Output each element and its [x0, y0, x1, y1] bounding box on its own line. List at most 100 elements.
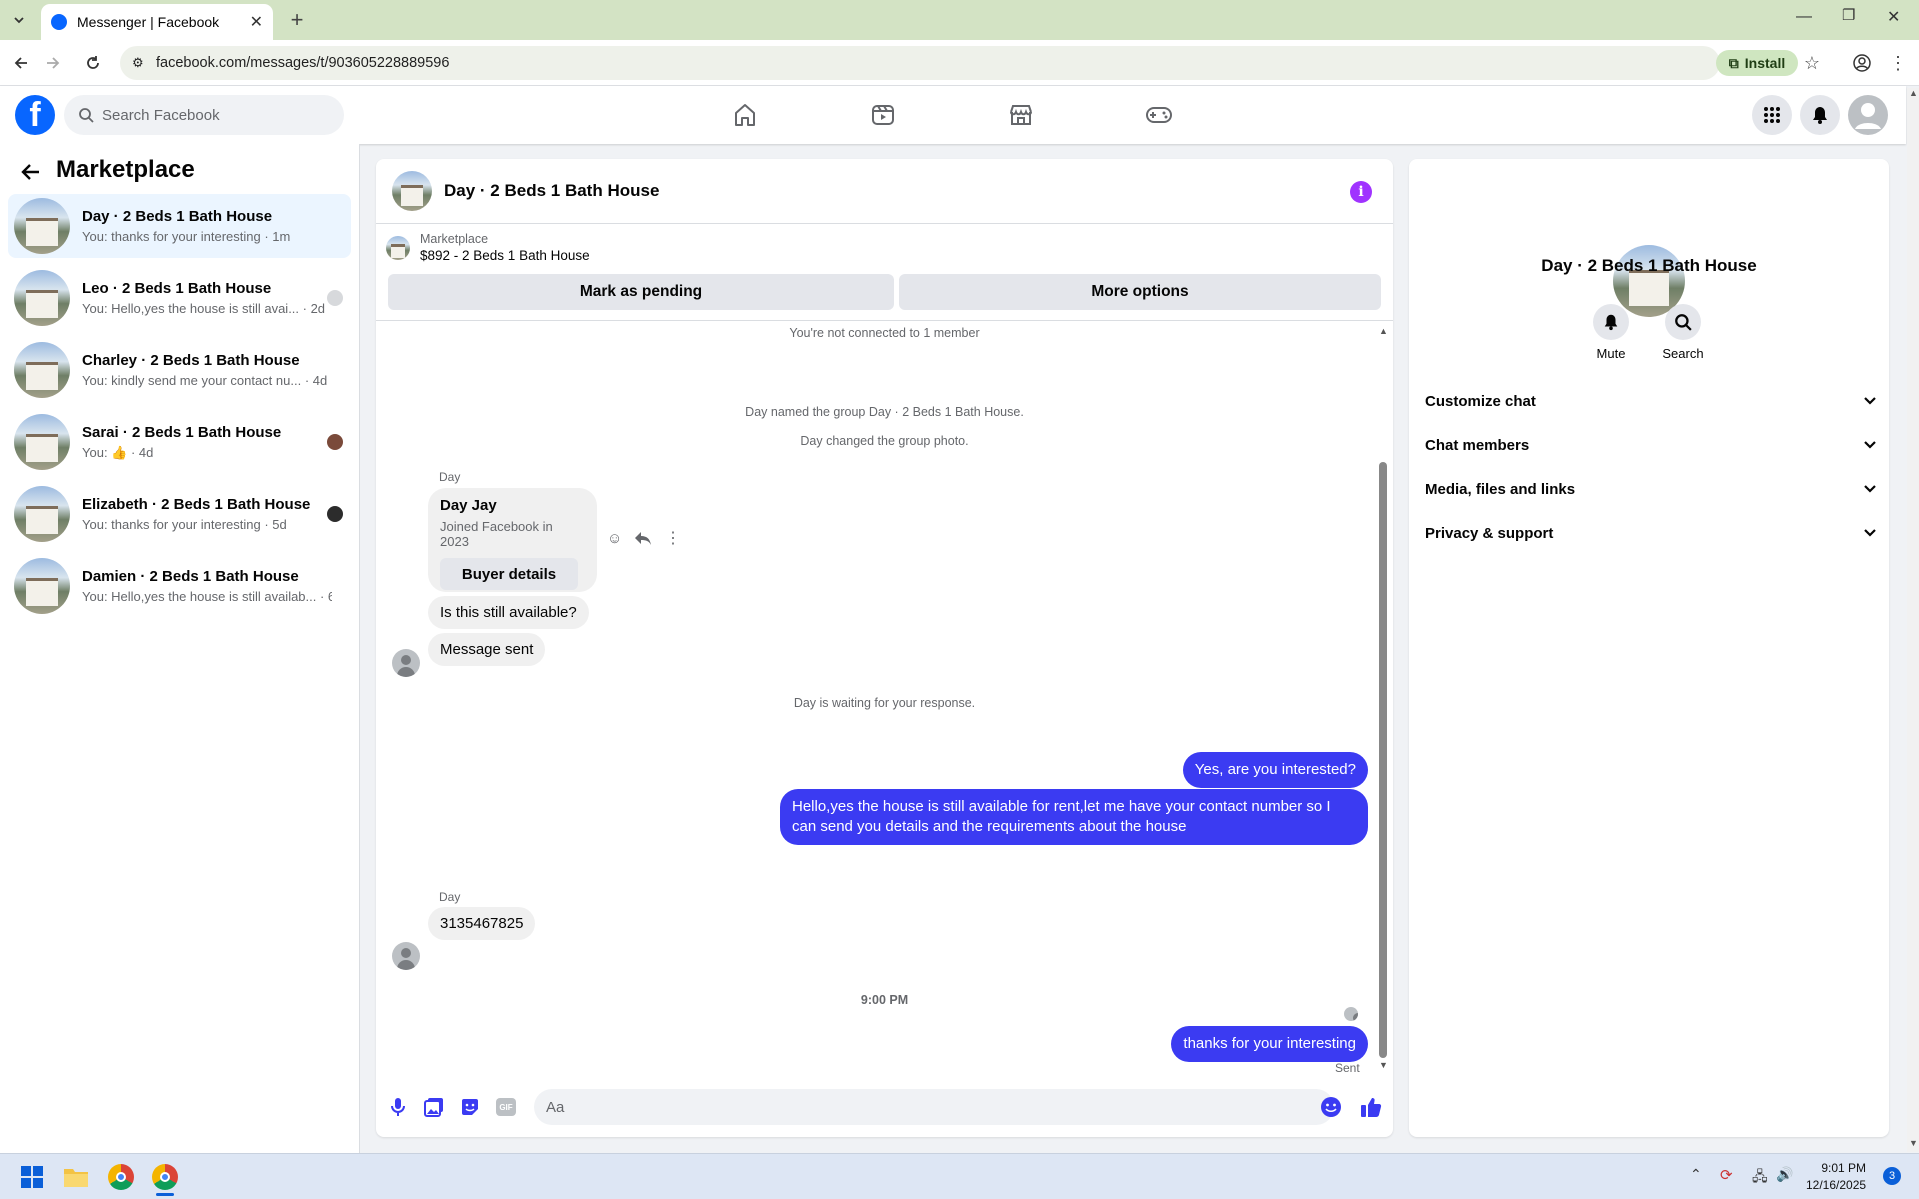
chat-scrollbar[interactable]: ▲ ▼ [1379, 326, 1388, 1070]
sender-avatar[interactable] [392, 942, 420, 970]
security-tray-icon[interactable]: ⟳ [1720, 1166, 1733, 1184]
file-explorer-icon[interactable] [63, 1166, 89, 1188]
conversation-item-sarai[interactable]: Sarai · 2 Beds 1 Bath House You: 👍 · 4d [8, 410, 351, 474]
sender-name: Day [439, 470, 461, 484]
chat-members-row[interactable]: Chat members [1425, 427, 1877, 463]
conversation-thumbnail [14, 198, 70, 254]
account-avatar-icon[interactable] [1848, 95, 1888, 135]
scroll-thumb[interactable] [1379, 462, 1387, 1058]
mute-button[interactable]: Mute [1576, 304, 1646, 361]
conversation-item-leo[interactable]: Leo · 2 Beds 1 Bath House You: Hello,yes … [8, 266, 351, 330]
show-hidden-icons[interactable]: ⌃ [1690, 1166, 1702, 1183]
conversation-name: Day · 2 Beds 1 Bath House [82, 208, 273, 225]
facebook-favicon-icon [51, 14, 67, 30]
incoming-message: 3135467825 [428, 907, 536, 940]
install-button[interactable]: ⧉ Install [1716, 50, 1798, 76]
page-scroll-up-icon[interactable]: ▲ [1909, 88, 1918, 98]
chevron-down-icon [1863, 528, 1877, 538]
chrome-icon[interactable] [108, 1164, 134, 1190]
network-icon[interactable]: 🖧 [1752, 1166, 1768, 1190]
message-status: Sent [1335, 1061, 1360, 1075]
message-bubble: 3135467825 [428, 907, 536, 940]
page-scrollbar[interactable]: ▲ ▼ [1907, 88, 1919, 1152]
row-label: Media, files and links [1425, 480, 1576, 498]
customize-chat-row[interactable]: Customize chat [1425, 383, 1877, 419]
microphone-icon[interactable] [385, 1094, 411, 1120]
chrome-profile-icon[interactable] [152, 1164, 178, 1190]
tab-search-icon[interactable] [6, 7, 32, 33]
address-bar[interactable]: ⚙ facebook.com/messages/t/90360522888959… [120, 46, 1720, 80]
info-icon[interactable]: i [1350, 181, 1372, 203]
clock-time: 9:01 PM [1821, 1161, 1867, 1175]
scroll-up-icon[interactable]: ▲ [1379, 326, 1388, 336]
profile-icon[interactable] [1849, 50, 1875, 76]
search-icon [79, 108, 94, 123]
close-tab-icon[interactable]: ✕ [250, 12, 263, 32]
row-label: Privacy & support [1425, 524, 1554, 542]
notification-badge[interactable]: 3 [1883, 1167, 1901, 1185]
like-thumb-icon[interactable] [1358, 1094, 1384, 1120]
menu-grid-icon[interactable] [1752, 95, 1792, 135]
conversation-item-charley[interactable]: Charley · 2 Beds 1 Bath House You: kindly… [8, 338, 351, 402]
notifications-bell-icon[interactable] [1800, 95, 1840, 135]
sticker-icon[interactable] [457, 1094, 483, 1120]
incoming-message: Message sent [428, 633, 546, 666]
conversation-item-day[interactable]: Day · 2 Beds 1 Bath House You: thanks for… [8, 194, 351, 258]
close-window-icon[interactable]: ✕ [1887, 7, 1900, 27]
volume-icon[interactable]: 🔊 [1776, 1166, 1793, 1183]
reload-icon[interactable] [80, 50, 106, 76]
listing-banner[interactable]: Marketplace $892 - 2 Beds 1 Bath House [386, 232, 590, 263]
restore-icon[interactable]: ❐ [1842, 6, 1855, 24]
photo-attach-icon[interactable] [421, 1094, 447, 1120]
card-name: Day Jay [440, 497, 497, 514]
reply-icon[interactable] [634, 530, 652, 546]
video-nav-icon[interactable] [863, 100, 903, 130]
conversation-item-damien[interactable]: Damien · 2 Beds 1 Bath House You: Hello,y… [8, 554, 351, 618]
sidebar-title: Marketplace [56, 156, 195, 183]
conversation-item-elizabeth[interactable]: Elizabeth · 2 Beds 1 Bath House You: than… [8, 482, 351, 546]
back-arrow-icon[interactable] [20, 161, 42, 183]
forward-icon[interactable] [40, 50, 66, 76]
sender-avatar[interactable] [392, 649, 420, 677]
buyer-details-button[interactable]: Buyer details [440, 558, 578, 590]
message-input[interactable]: Aa [534, 1089, 1334, 1125]
media-files-links-row[interactable]: Media, files and links [1425, 471, 1877, 507]
react-emoji-icon[interactable]: ☺ [607, 530, 622, 547]
chat-header[interactable]: Day · 2 Beds 1 Bath House [376, 159, 1393, 224]
conversation-preview: You: Hello,yes the house is still availa… [82, 589, 332, 604]
search-label: Search [1662, 346, 1704, 361]
facebook-search-input[interactable]: Search Facebook [64, 95, 344, 135]
scroll-down-icon[interactable]: ▼ [1379, 1060, 1388, 1070]
site-info-icon[interactable]: ⚙ [132, 55, 144, 71]
chevron-down-icon [1863, 484, 1877, 494]
mark-as-pending-button[interactable]: Mark as pending [388, 274, 894, 310]
emoji-icon[interactable] [1318, 1094, 1344, 1120]
profile-card: Day Jay Joined Facebook in 2023 Buyer de… [428, 488, 597, 592]
more-actions-icon[interactable]: ⋮ [665, 528, 681, 548]
gif-icon[interactable]: GIF [493, 1094, 519, 1120]
page-scroll-down-icon[interactable]: ▼ [1909, 1138, 1918, 1148]
privacy-support-row[interactable]: Privacy & support [1425, 515, 1877, 551]
browser-menu-icon[interactable]: ⋮ [1885, 50, 1911, 76]
message-bubble: thanks for your interesting [1171, 1026, 1368, 1062]
back-icon[interactable] [8, 50, 34, 76]
browser-tab[interactable]: Messenger | Facebook ✕ [41, 4, 273, 40]
windows-start-icon[interactable] [20, 1165, 44, 1189]
search-chat-button[interactable]: Search [1648, 304, 1718, 361]
more-options-button[interactable]: More options [899, 274, 1381, 310]
conversation-thumbnail [14, 558, 70, 614]
facebook-logo-icon[interactable]: f [15, 95, 55, 135]
listing-thumbnail [386, 235, 410, 260]
bookmark-star-icon[interactable]: ☆ [1799, 50, 1825, 76]
minimize-icon[interactable]: — [1796, 8, 1812, 26]
outgoing-message: Hello,yes the house is still available f… [780, 789, 1368, 845]
new-tab-icon[interactable]: + [284, 7, 310, 33]
message-bubble: Hello,yes the house is still available f… [780, 789, 1368, 845]
row-label: Customize chat [1425, 392, 1536, 410]
clock[interactable]: 9:01 PM 12/16/2025 [1806, 1160, 1866, 1194]
home-nav-icon[interactable] [725, 100, 765, 130]
gaming-nav-icon[interactable] [1139, 100, 1179, 130]
marketplace-nav-icon[interactable] [1001, 100, 1041, 130]
message-bubble: Is this still available? [428, 596, 589, 629]
search-placeholder: Search Facebook [102, 106, 220, 124]
